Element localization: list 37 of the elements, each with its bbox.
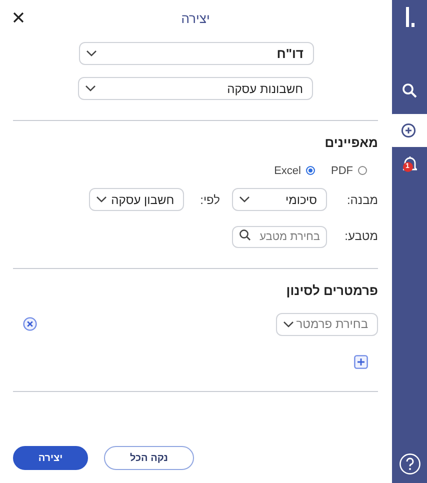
dropdown[interactable]: חשבונות עסקה xyxy=(78,77,313,100)
dropdown[interactable]: דו"ח xyxy=(78,42,314,65)
logo-button[interactable] xyxy=(404,7,414,27)
search-icon xyxy=(239,229,251,241)
plus-circle-icon xyxy=(400,123,416,138)
close-button[interactable] xyxy=(13,12,24,23)
field-label: מבנה: xyxy=(346,192,378,208)
search-field[interactable]: בחירת מטבע xyxy=(232,226,327,248)
section-heading: מאפיינים xyxy=(324,134,378,152)
chevron-icon xyxy=(85,85,96,92)
field-label: מטבע: xyxy=(344,228,378,245)
chevron-icon xyxy=(283,320,294,328)
logo-icon xyxy=(404,7,414,27)
dialog-title: יצירה xyxy=(181,10,210,28)
dropdown[interactable]: חשבון עסקה xyxy=(89,188,184,211)
chevron-icon xyxy=(239,196,250,203)
add-button[interactable] xyxy=(354,354,368,368)
chevron-icon xyxy=(86,50,96,57)
radio-option[interactable]: PDF xyxy=(331,162,367,179)
help-icon xyxy=(398,453,420,475)
search-button[interactable] xyxy=(402,83,417,98)
create-button[interactable]: יצירה xyxy=(13,446,88,470)
field-label: לפי: xyxy=(200,192,220,208)
dropdown[interactable]: סיכומי xyxy=(232,188,327,211)
plus-icon xyxy=(354,354,368,368)
clear-button[interactable]: נקה הכל xyxy=(104,446,194,470)
dropdown[interactable]: בחירת פרמטר xyxy=(276,312,378,336)
help-button[interactable] xyxy=(398,453,420,475)
remove-button[interactable] xyxy=(23,317,37,331)
search-icon xyxy=(402,83,417,98)
section-heading: פרמטרים לסינון xyxy=(285,282,378,300)
chevron-icon xyxy=(96,196,108,203)
create-button[interactable] xyxy=(389,114,427,147)
close-icon xyxy=(13,12,24,23)
radio-option[interactable]: Excel xyxy=(274,162,315,179)
close-circle-icon xyxy=(23,317,37,331)
bell-icon xyxy=(402,156,416,172)
